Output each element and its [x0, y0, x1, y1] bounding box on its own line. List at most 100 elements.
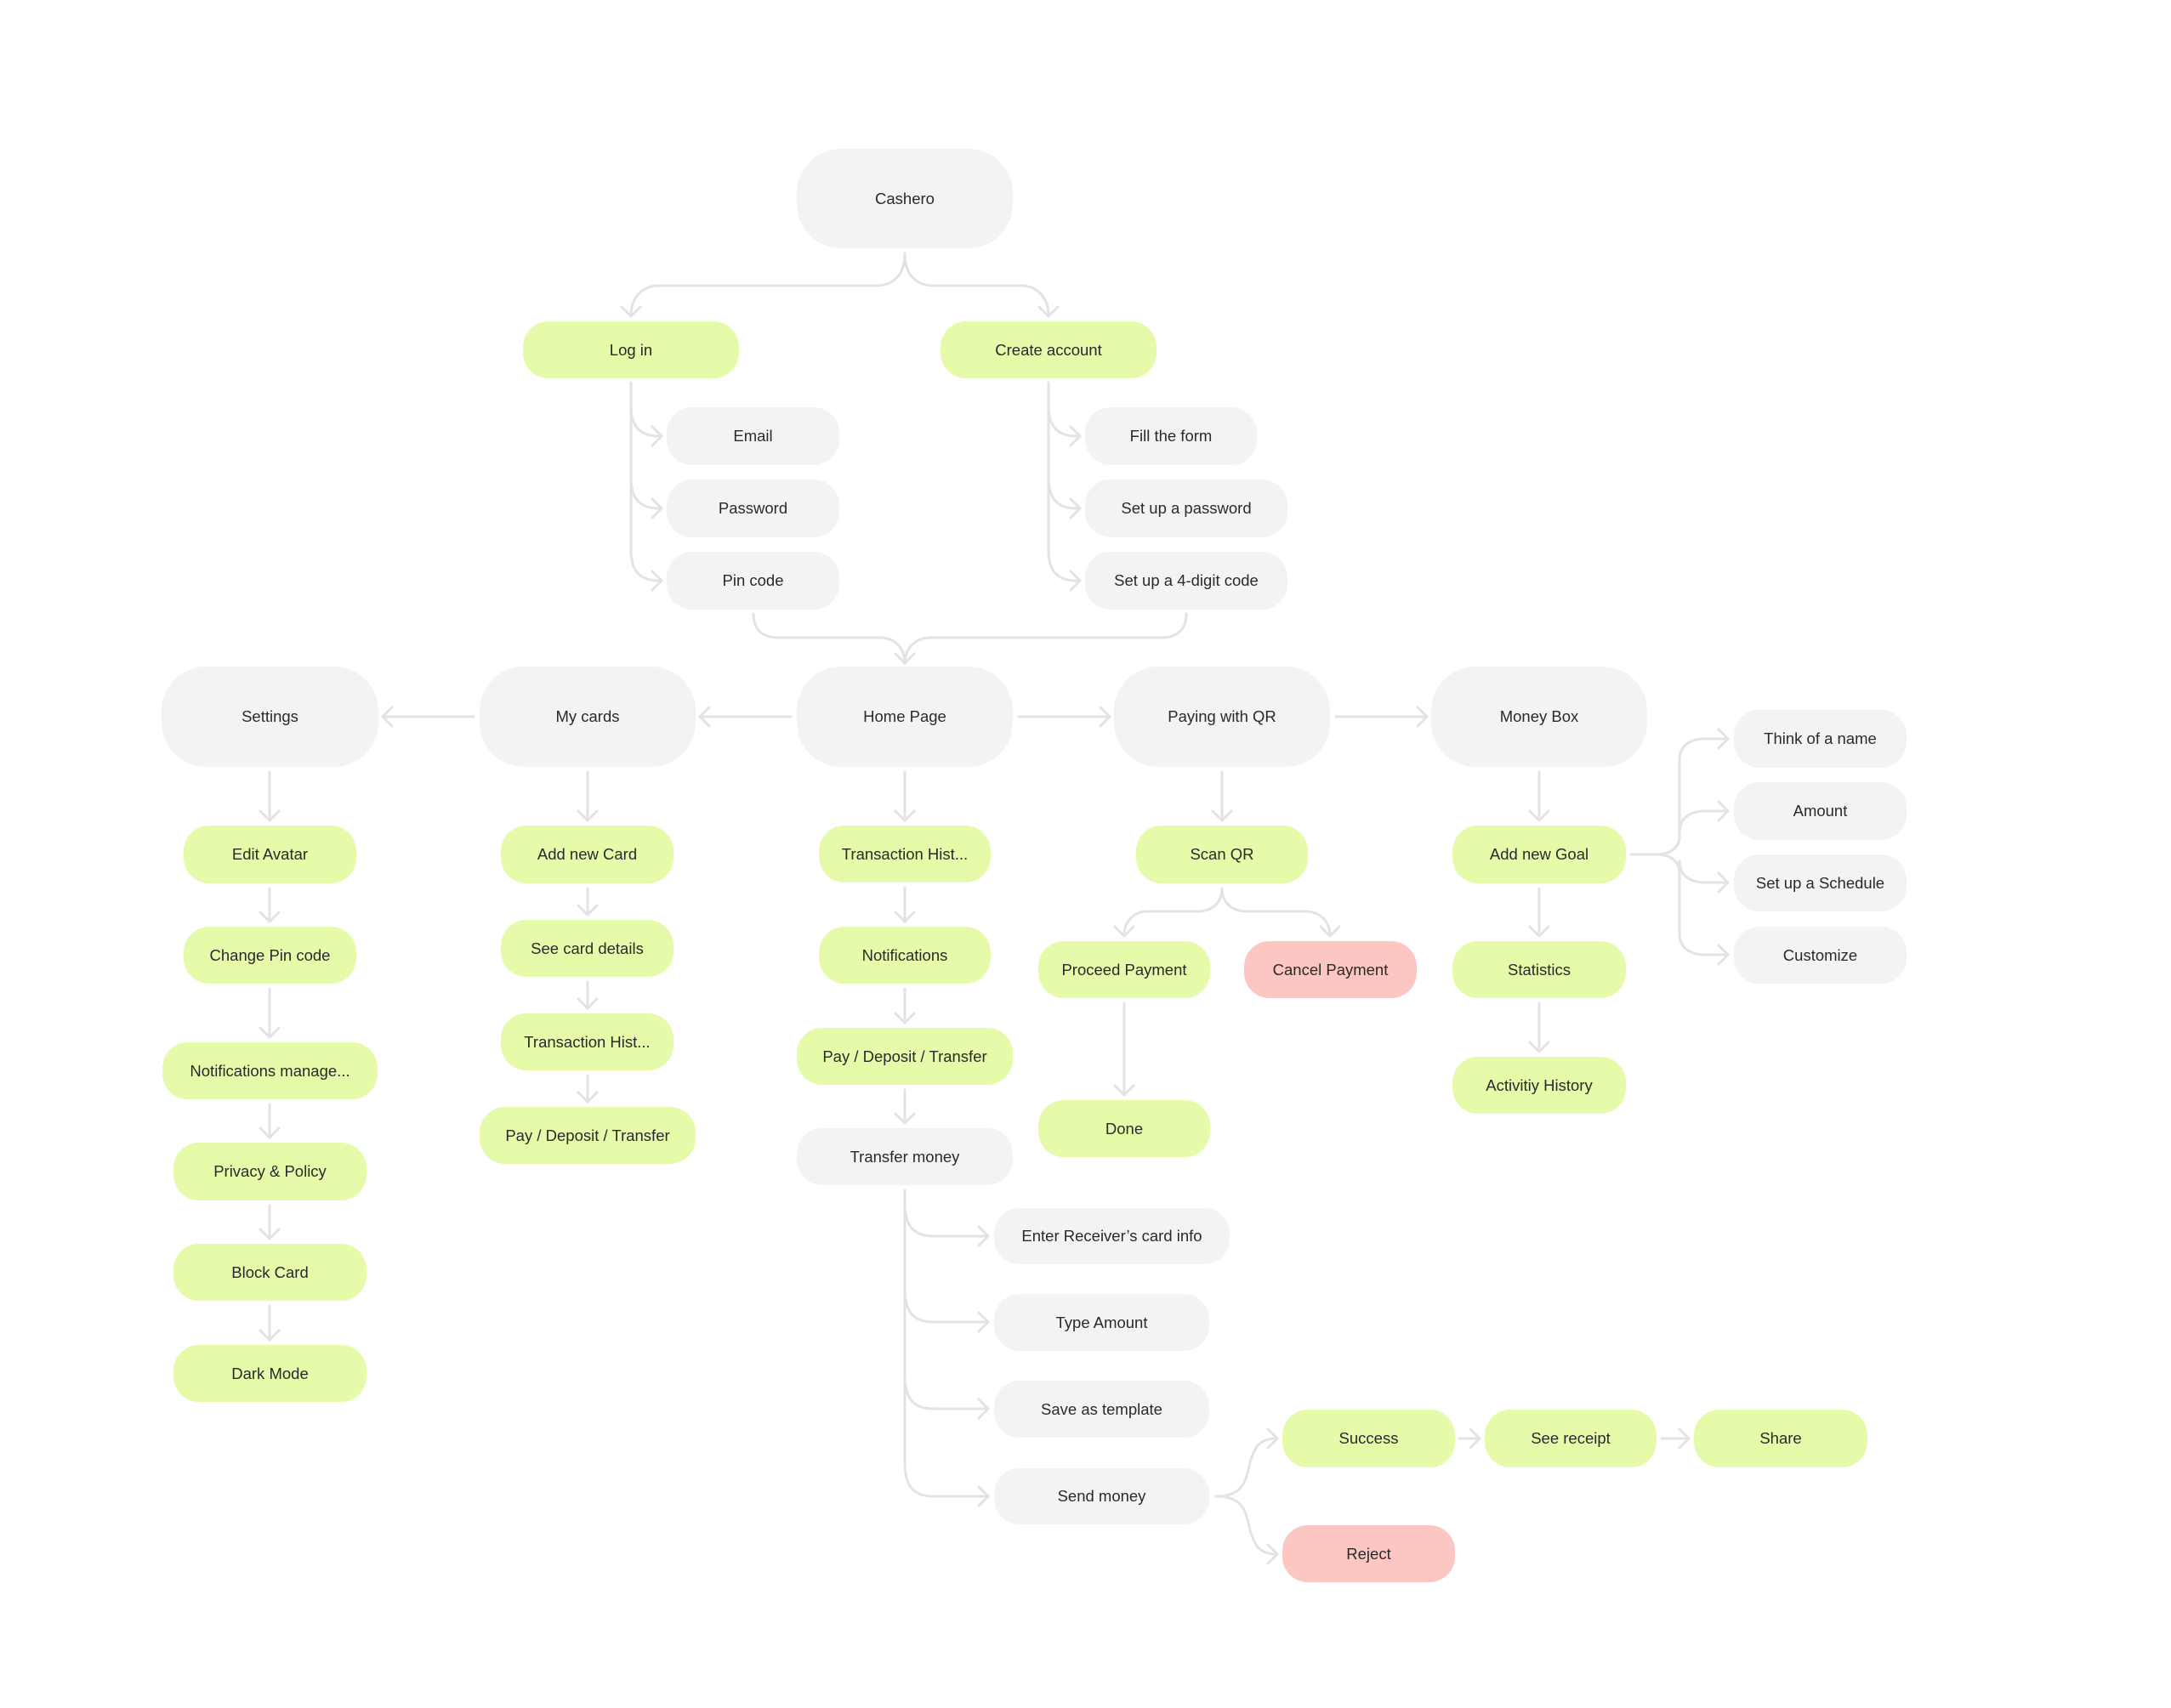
- node-label: Money Box: [1499, 707, 1579, 725]
- node-enter-receiver-card-info[interactable]: Enter Receiver’s card info: [994, 1208, 1230, 1264]
- node-label: Statistics: [1507, 960, 1571, 979]
- connector-transfer-child: [903, 1461, 990, 1498]
- node-my-cards[interactable]: My cards: [480, 667, 696, 767]
- arrowhead-icon: [577, 997, 599, 1010]
- node-home-page[interactable]: Home Page: [797, 667, 1013, 767]
- node-set-up-password[interactable]: Set up a password: [1085, 479, 1287, 537]
- node-home-notifications[interactable]: Notifications: [819, 927, 991, 984]
- connector-transfer-child: [903, 1373, 990, 1410]
- node-think-of-a-name[interactable]: Think of a name: [1734, 710, 1907, 768]
- node-label: Cancel Payment: [1272, 960, 1389, 979]
- node-change-pin-code[interactable]: Change Pin code: [184, 927, 356, 984]
- node-cards-transaction-history[interactable]: Transaction Hist...: [501, 1013, 673, 1070]
- node-label: Set up a 4-digit code: [1114, 571, 1259, 589]
- node-block-card[interactable]: Block Card: [173, 1244, 367, 1301]
- node-statistics[interactable]: Statistics: [1452, 941, 1626, 998]
- node-label: Send money: [1057, 1487, 1146, 1505]
- connector-create-child: [1047, 381, 1082, 510]
- node-send-money[interactable]: Send money: [994, 1468, 1209, 1524]
- node-label: Pay / Deposit / Transfer: [505, 1126, 670, 1144]
- arrowhead-icon: [894, 652, 916, 665]
- node-home-pay-deposit-transfer[interactable]: Pay / Deposit / Transfer: [797, 1028, 1013, 1085]
- node-home-transaction-history[interactable]: Transaction Hist...: [819, 826, 991, 882]
- node-reject[interactable]: Reject: [1282, 1525, 1455, 1582]
- node-privacy-policy[interactable]: Privacy & Policy: [173, 1143, 367, 1200]
- node-type-amount[interactable]: Type Amount: [994, 1294, 1209, 1351]
- node-add-new-goal[interactable]: Add new Goal: [1452, 826, 1626, 883]
- arrowhead-icon: [1528, 925, 1550, 938]
- arrowhead-icon: [1678, 1427, 1691, 1450]
- node-label: Customize: [1782, 945, 1858, 964]
- node-label: Log in: [609, 340, 653, 359]
- node-label: Set up a password: [1121, 499, 1252, 517]
- arrowhead-icon: [977, 1398, 990, 1420]
- arrowhead-icon: [577, 904, 599, 916]
- connector-goal-child: [1629, 809, 1730, 856]
- arrowhead-icon: [894, 1112, 916, 1125]
- node-edit-avatar[interactable]: Edit Avatar: [184, 826, 356, 883]
- node-label: Success: [1338, 1429, 1399, 1447]
- node-label: Edit Avatar: [231, 845, 309, 863]
- arrowhead-icon: [1528, 809, 1550, 822]
- node-settings[interactable]: Settings: [162, 667, 378, 767]
- node-customize[interactable]: Customize: [1734, 927, 1907, 984]
- node-label: Dark Mode: [231, 1364, 309, 1382]
- node-label: Add new Card: [537, 845, 638, 863]
- node-amount[interactable]: Amount: [1734, 782, 1907, 840]
- node-email[interactable]: Email: [667, 407, 839, 465]
- node-cashero[interactable]: Cashero: [797, 149, 1013, 248]
- arrowhead-icon: [894, 911, 916, 923]
- node-proceed-payment[interactable]: Proceed Payment: [1038, 941, 1210, 998]
- node-see-receipt[interactable]: See receipt: [1485, 1410, 1657, 1467]
- node-label: Scan QR: [1190, 845, 1254, 863]
- node-label: See receipt: [1531, 1429, 1611, 1447]
- node-label: Settings: [242, 707, 298, 725]
- arrowhead-icon: [1717, 871, 1730, 894]
- arrowhead-icon: [1717, 800, 1730, 822]
- connector-create-child: [1047, 381, 1082, 582]
- node-set-up-schedule[interactable]: Set up a Schedule: [1734, 854, 1907, 911]
- connector-create-child: [1047, 381, 1082, 438]
- node-done[interactable]: Done: [1038, 1100, 1210, 1157]
- node-fill-the-form[interactable]: Fill the form: [1085, 407, 1257, 465]
- node-label: Paying with QR: [1168, 707, 1276, 725]
- node-password[interactable]: Password: [667, 479, 839, 537]
- node-label: Type Amount: [1055, 1313, 1148, 1331]
- node-label: Share: [1759, 1429, 1802, 1447]
- arrowhead-icon: [977, 1311, 990, 1333]
- arrowhead-icon: [651, 497, 663, 519]
- node-label: Block Card: [231, 1263, 309, 1281]
- node-pin-code[interactable]: Pin code: [667, 552, 839, 610]
- connector-send-success: [1214, 1437, 1279, 1498]
- node-add-new-card[interactable]: Add new Card: [501, 826, 673, 883]
- node-create-account[interactable]: Create account: [941, 321, 1157, 378]
- node-label: Enter Receiver’s card info: [1021, 1227, 1202, 1245]
- arrowhead-icon: [577, 1091, 599, 1104]
- node-paying-with-qr[interactable]: Paying with QR: [1114, 667, 1330, 767]
- node-activity-history[interactable]: Activitiy History: [1452, 1057, 1626, 1114]
- arrowhead-icon: [1037, 305, 1060, 318]
- node-share[interactable]: Share: [1694, 1410, 1867, 1467]
- node-transfer-money[interactable]: Transfer money: [797, 1128, 1013, 1185]
- node-money-box[interactable]: Money Box: [1431, 667, 1647, 767]
- node-notifications-management[interactable]: Notifications manage...: [162, 1042, 378, 1099]
- node-see-card-details[interactable]: See card details: [501, 920, 673, 977]
- node-cards-pay-deposit-transfer[interactable]: Pay / Deposit / Transfer: [480, 1107, 696, 1164]
- connector-pin-home: [752, 612, 906, 665]
- node-dark-mode[interactable]: Dark Mode: [173, 1345, 367, 1402]
- connector-login-child: [629, 381, 663, 438]
- arrowhead-icon: [651, 570, 663, 592]
- node-label: Transaction Hist...: [524, 1032, 651, 1051]
- node-scan-qr[interactable]: Scan QR: [1136, 826, 1308, 883]
- arrowhead-icon: [1319, 925, 1341, 938]
- node-label: Think of a name: [1764, 729, 1877, 747]
- node-set-up-4-digit-code[interactable]: Set up a 4-digit code: [1085, 552, 1287, 610]
- connector-login-child: [629, 381, 663, 582]
- connector-login-child: [629, 381, 663, 510]
- node-cancel-payment[interactable]: Cancel Payment: [1244, 941, 1417, 998]
- node-label: Transaction Hist...: [841, 844, 969, 863]
- arrowhead-icon: [977, 1485, 990, 1507]
- node-success[interactable]: Success: [1282, 1410, 1455, 1467]
- node-save-as-template[interactable]: Save as template: [994, 1381, 1209, 1438]
- node-log-in[interactable]: Log in: [523, 321, 739, 378]
